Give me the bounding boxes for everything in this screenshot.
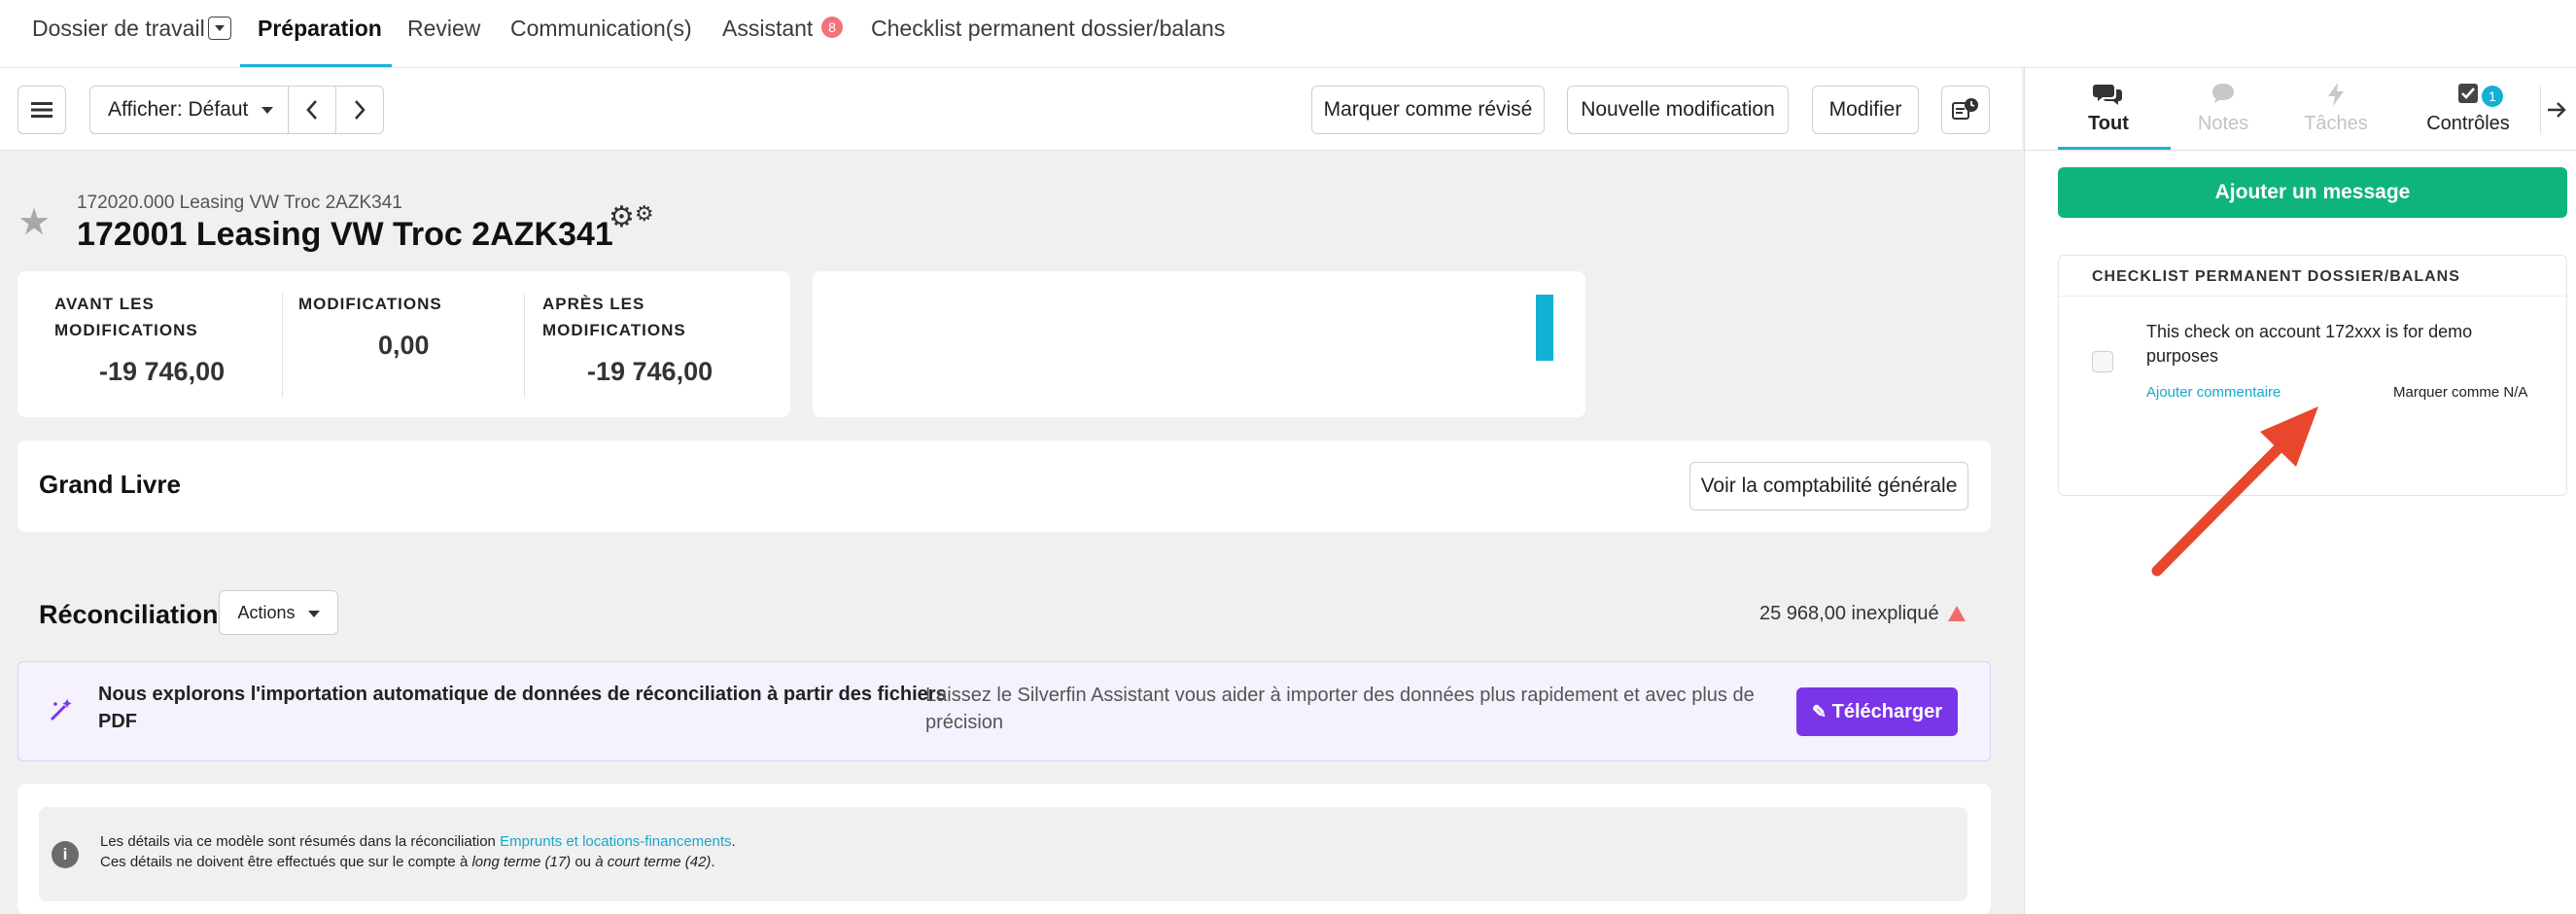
top-navigation: Dossier de travail Préparation Review Co… xyxy=(0,0,2576,68)
banner-heading-line2: PDF xyxy=(98,711,137,732)
history-button[interactable] xyxy=(1941,86,1990,134)
page-title: 172001 Leasing VW Troc 2AZK341 xyxy=(77,216,613,253)
view-select-label: Afficher: Défaut xyxy=(108,98,249,121)
info-icon: i xyxy=(52,841,79,868)
upload-button[interactable]: ✎ Télécharger xyxy=(1796,687,1958,736)
panel-tab-controls-label: Contrôles xyxy=(2426,113,2510,134)
settings-gears-icon[interactable]: ⚙⚙ xyxy=(609,200,654,234)
info-text: . xyxy=(731,833,736,850)
menu-button[interactable] xyxy=(17,86,66,134)
assistant-count-badge: 8 xyxy=(821,17,843,38)
panel-tab-notes[interactable]: Notes xyxy=(2175,68,2272,151)
check-item-checkbox[interactable] xyxy=(2092,351,2113,372)
next-button[interactable] xyxy=(335,86,384,134)
history-clock-icon xyxy=(1952,98,1978,120)
check-item-text-line1: This check on account 172xxx is for demo xyxy=(2146,322,2473,341)
mark-na-link[interactable]: Marquer comme N/A xyxy=(2393,384,2527,401)
actions-label: Actions xyxy=(237,603,296,622)
dossier-dropdown-toggle[interactable] xyxy=(208,17,231,40)
banner-heading-line1: Nous explorons l'importation automatique… xyxy=(98,684,947,705)
checkbox-icon xyxy=(2402,82,2534,111)
chevron-left-icon xyxy=(306,100,317,120)
right-side-panel: Tout Notes Tâches 1 Contrôles Ajouter un… xyxy=(2024,68,2576,914)
note-bubble-icon xyxy=(2175,82,2272,111)
modify-button[interactable]: Modifier xyxy=(1812,86,1919,134)
add-comment-link[interactable]: Ajouter commentaire xyxy=(2146,384,2280,401)
hamburger-icon xyxy=(31,102,52,118)
magic-wand-icon: ✎ xyxy=(1811,702,1828,721)
panel-tab-all[interactable]: Tout xyxy=(2060,68,2157,151)
add-message-button[interactable]: Ajouter un message xyxy=(2058,167,2567,218)
magic-wand-icon xyxy=(50,699,72,721)
tab-checklist-permanent[interactable]: Checklist permanent dossier/balans xyxy=(871,0,1225,68)
upload-button-label: Télécharger xyxy=(1831,701,1943,722)
after-mods-value: -19 746,00 xyxy=(587,357,714,386)
chevron-right-icon xyxy=(355,100,366,120)
tab-assistant[interactable]: Assistant xyxy=(722,0,813,68)
mark-reviewed-button[interactable]: Marquer comme révisé xyxy=(1311,86,1545,134)
checklist-card: CHECKLIST PERMANENT DOSSIER/BALANS This … xyxy=(2058,255,2568,496)
info-line-2: Ces détails ne doivent être effectués qu… xyxy=(100,854,715,870)
panel-tab-notes-label: Notes xyxy=(2197,113,2249,134)
info-text-italic: à court terme (42) xyxy=(595,854,712,870)
tab-dossier-de-travail[interactable]: Dossier de travail xyxy=(32,0,205,68)
checklist-title: CHECKLIST PERMANENT DOSSIER/BALANS xyxy=(2092,268,2460,285)
after-mods-label-1: APRÈS LES xyxy=(542,295,645,313)
before-mods-label-1: AVANT LES xyxy=(54,295,155,313)
new-modification-button[interactable]: Nouvelle modification xyxy=(1567,86,1789,134)
info-text: Ces détails ne doivent être effectués qu… xyxy=(100,854,472,870)
tab-communications[interactable]: Communication(s) xyxy=(510,0,692,68)
arrow-right-icon xyxy=(2548,102,2566,118)
reconciliation-title: Réconciliation xyxy=(39,600,219,629)
after-mods-label-2: MODIFICATIONS xyxy=(542,321,686,339)
actions-dropdown[interactable]: Actions xyxy=(219,590,338,635)
banner-desc-line1: Laissez le Silverfin Assistant vous aide… xyxy=(925,685,1755,706)
chevron-down-icon xyxy=(307,610,320,617)
info-text: Les détails via ce modèle sont résumés d… xyxy=(100,833,501,850)
view-select[interactable]: Afficher: Défaut xyxy=(89,86,289,134)
comments-icon xyxy=(2060,82,2157,111)
info-text-italic: long terme (17) xyxy=(471,854,572,870)
balance-stats-card: AVANT LES MODIFICATIONS -19 746,00 MODIF… xyxy=(17,271,790,417)
loans-leasing-link[interactable]: Emprunts et locations-financements xyxy=(500,833,731,850)
lightning-icon xyxy=(2287,82,2385,111)
pdf-import-banner: Nous explorons l'importation automatique… xyxy=(17,661,1991,761)
stat-divider xyxy=(282,293,283,398)
info-box: i Les détails via ce modèle sont résumés… xyxy=(39,807,1967,901)
mods-label: MODIFICATIONS xyxy=(298,295,442,313)
controls-count-badge: 1 xyxy=(2482,86,2503,107)
previous-button[interactable] xyxy=(288,86,336,134)
banner-desc-line2: précision xyxy=(925,712,1004,733)
collapse-panel-button[interactable] xyxy=(2540,86,2576,134)
check-item-text-line2: purposes xyxy=(2146,346,2219,366)
stat-divider xyxy=(524,293,525,398)
info-line-1: Les détails via ce modèle sont résumés d… xyxy=(100,833,736,850)
grand-livre-card: Grand Livre Voir la comptabilité général… xyxy=(17,440,1991,532)
panel-tab-all-label: Tout xyxy=(2088,113,2129,134)
view-general-ledger-button[interactable]: Voir la comptabilité générale xyxy=(1689,462,1968,510)
mods-value: 0,00 xyxy=(378,331,430,360)
panel-tab-tasks-label: Tâches xyxy=(2304,113,2368,134)
before-mods-label-2: MODIFICATIONS xyxy=(54,321,198,339)
tab-review[interactable]: Review xyxy=(407,0,480,68)
favorite-star-icon[interactable]: ★ xyxy=(17,200,51,244)
before-mods-value: -19 746,00 xyxy=(99,357,226,386)
toolbar: Afficher: Défaut Marquer comme révisé No… xyxy=(0,68,2022,151)
grand-livre-title: Grand Livre xyxy=(39,470,181,499)
unexplained-amount: 25 968,00 inexpliqué xyxy=(1759,603,1939,624)
tab-preparation[interactable]: Préparation xyxy=(258,0,382,68)
panel-active-tab-indicator xyxy=(2058,147,2171,150)
account-breadcrumb: 172020.000 Leasing VW Troc 2AZK341 xyxy=(77,193,402,213)
balance-chart-card xyxy=(813,271,1585,417)
info-text: . xyxy=(711,854,715,870)
balance-bar xyxy=(1536,295,1553,361)
chevron-down-icon xyxy=(261,106,274,114)
panel-tab-controls[interactable]: 1 Contrôles xyxy=(2402,68,2534,151)
info-text: ou xyxy=(571,854,596,870)
warning-triangle-icon xyxy=(1948,606,1966,621)
panel-tab-tasks[interactable]: Tâches xyxy=(2287,68,2385,151)
active-tab-indicator xyxy=(240,64,392,67)
